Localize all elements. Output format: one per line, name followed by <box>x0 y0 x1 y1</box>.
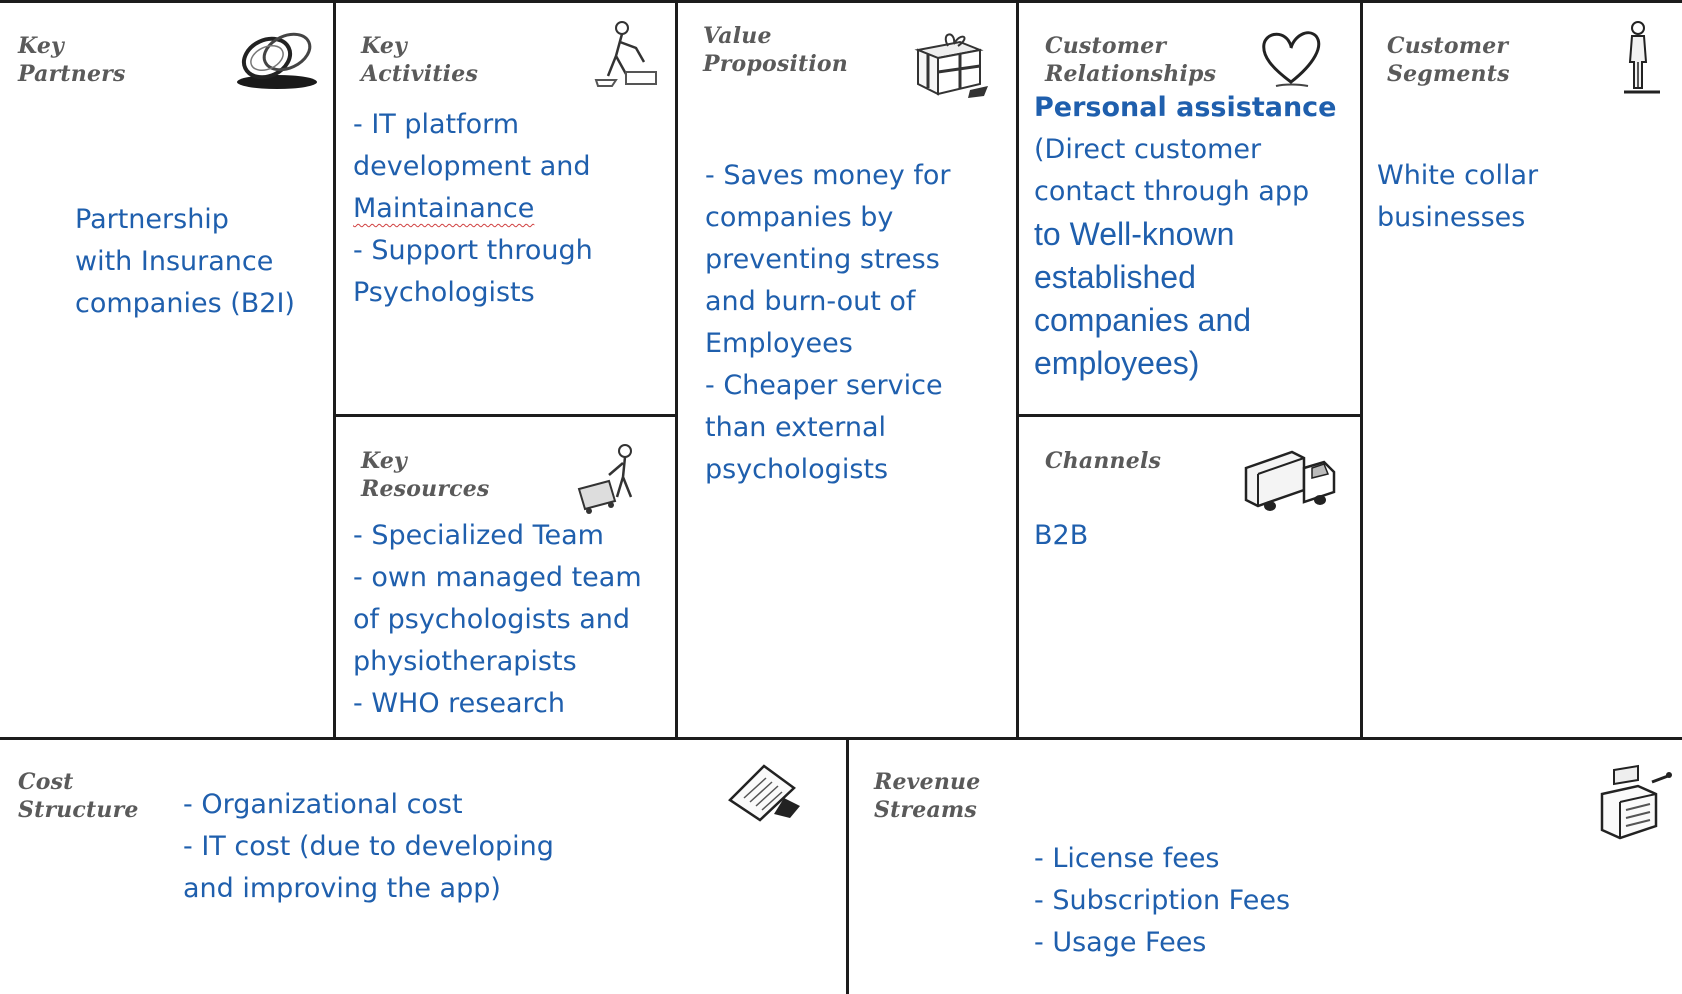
content-line: and improving the app) <box>183 873 501 904</box>
top-border <box>0 0 1682 3</box>
content-line: with Insurance <box>75 246 274 277</box>
customer-relationships-label: Customer Relationships <box>1045 32 1216 88</box>
value-proposition-content: - Saves money for companies by preventin… <box>705 155 950 491</box>
cash-register-icon <box>1594 760 1674 846</box>
divider-relationships-segments <box>1360 0 1363 738</box>
content-line: - Specialized Team <box>353 520 604 551</box>
content-line: - IT cost (due to developing <box>183 831 554 862</box>
revenue-streams-label: Revenue Streams <box>874 768 980 824</box>
content-line: (Direct customer <box>1034 134 1262 165</box>
content-line: - IT platform <box>353 109 520 140</box>
chain-links-icon <box>232 22 322 92</box>
label-line: Channels <box>1045 448 1162 474</box>
content-line: contact through app <box>1034 176 1310 207</box>
content-line: of psychologists and <box>353 604 631 635</box>
label-line: Relationships <box>1045 61 1217 87</box>
standing-person-icon <box>1614 18 1664 98</box>
content-line: preventing stress <box>705 244 940 275</box>
cost-structure-label: Cost Structure <box>18 768 139 824</box>
content-line: - Usage Fees <box>1034 927 1207 958</box>
label-line: Revenue <box>874 769 981 795</box>
content-line: - Saves money for <box>705 160 951 191</box>
content-line: - Subscription Fees <box>1034 885 1291 916</box>
customer-segments-label: Customer Segments <box>1387 32 1510 88</box>
label-line: Key <box>361 448 408 474</box>
channels-label: Channels <box>1045 447 1161 475</box>
label-line: Customer <box>1045 33 1167 59</box>
label-line: Key <box>361 33 408 59</box>
label-line: Segments <box>1387 61 1510 87</box>
key-activities-label: Key Activities <box>361 32 478 88</box>
label-line: Value <box>703 23 772 49</box>
content-line: development and <box>353 151 591 182</box>
content-line: - Organizational cost <box>183 789 463 820</box>
content-line: White collar <box>1377 160 1539 191</box>
channels-content: B2B <box>1034 515 1088 557</box>
key-partners-label: Key Partners <box>18 32 126 88</box>
content-line: psychologists <box>705 454 889 485</box>
receipt-icon <box>724 758 804 824</box>
divider-cost-revenue <box>846 737 849 994</box>
content-line: - own managed team <box>353 562 642 593</box>
content-line: companies by <box>705 202 894 233</box>
label-line: Resources <box>361 476 490 502</box>
content-line: - WHO research <box>353 688 565 719</box>
worker-icon <box>586 18 660 90</box>
label-line: Streams <box>874 797 977 823</box>
divider-relationships-channels <box>1016 414 1362 417</box>
label-line: Customer <box>1387 33 1509 59</box>
key-partners-content: Partnership with Insurance companies (B2… <box>75 199 295 325</box>
content-heading: Personal assistance <box>1034 92 1337 123</box>
label-line: Structure <box>18 797 139 823</box>
divider-activities-value <box>675 0 678 738</box>
heart-icon <box>1258 26 1324 90</box>
content-line: established <box>1034 259 1196 295</box>
content-line: - License fees <box>1034 843 1220 874</box>
middle-divider <box>0 737 1682 740</box>
misspelled-word: Maintainance <box>353 193 535 224</box>
customer-segments-content: White collar businesses <box>1377 155 1538 239</box>
label-line: Partners <box>18 61 126 87</box>
divider-value-relationships <box>1016 0 1019 738</box>
content-line: businesses <box>1377 202 1526 233</box>
content-line: Employees <box>705 328 853 359</box>
revenue-streams-content: - License fees - Subscription Fees - Usa… <box>1034 838 1290 964</box>
label-line: Key <box>18 33 65 59</box>
value-proposition-label: Value Proposition <box>703 22 848 78</box>
key-resources-content: - Specialized Team - own managed team of… <box>353 515 642 725</box>
content-line: than external <box>705 412 887 443</box>
content-line: to Well-known <box>1034 216 1235 252</box>
label-line: Cost <box>18 769 74 795</box>
business-model-canvas: Key Partners Partnership with Insurance … <box>0 0 1682 994</box>
divider-activities-resources <box>333 414 677 417</box>
person-with-cart-icon <box>575 441 657 515</box>
content-line: companies (B2I) <box>75 288 295 319</box>
content-line: and burn-out of <box>705 286 916 317</box>
content-line: - Cheaper service <box>705 370 943 401</box>
content-line: - Support through <box>353 235 593 266</box>
customer-relationships-content: Personal assistance (Direct customer con… <box>1034 87 1336 385</box>
divider-partners-activities <box>333 0 336 738</box>
label-line: Activities <box>361 61 479 87</box>
content-line: companies and <box>1034 302 1252 338</box>
cost-structure-content: - Organizational cost - IT cost (due to … <box>183 784 554 910</box>
label-line: Proposition <box>703 51 848 77</box>
content-line: Maintainance <box>353 188 593 230</box>
content-line: employees) <box>1034 345 1200 381</box>
key-activities-content: - IT platform development and Maintainan… <box>353 104 593 314</box>
gift-box-icon <box>910 28 990 100</box>
content-line: B2B <box>1034 520 1089 551</box>
content-line: Partnership <box>75 204 229 235</box>
content-line: physiotherapists <box>353 646 577 677</box>
delivery-truck-icon <box>1242 446 1338 514</box>
key-resources-label: Key Resources <box>361 447 490 503</box>
content-line: Psychologists <box>353 277 535 308</box>
